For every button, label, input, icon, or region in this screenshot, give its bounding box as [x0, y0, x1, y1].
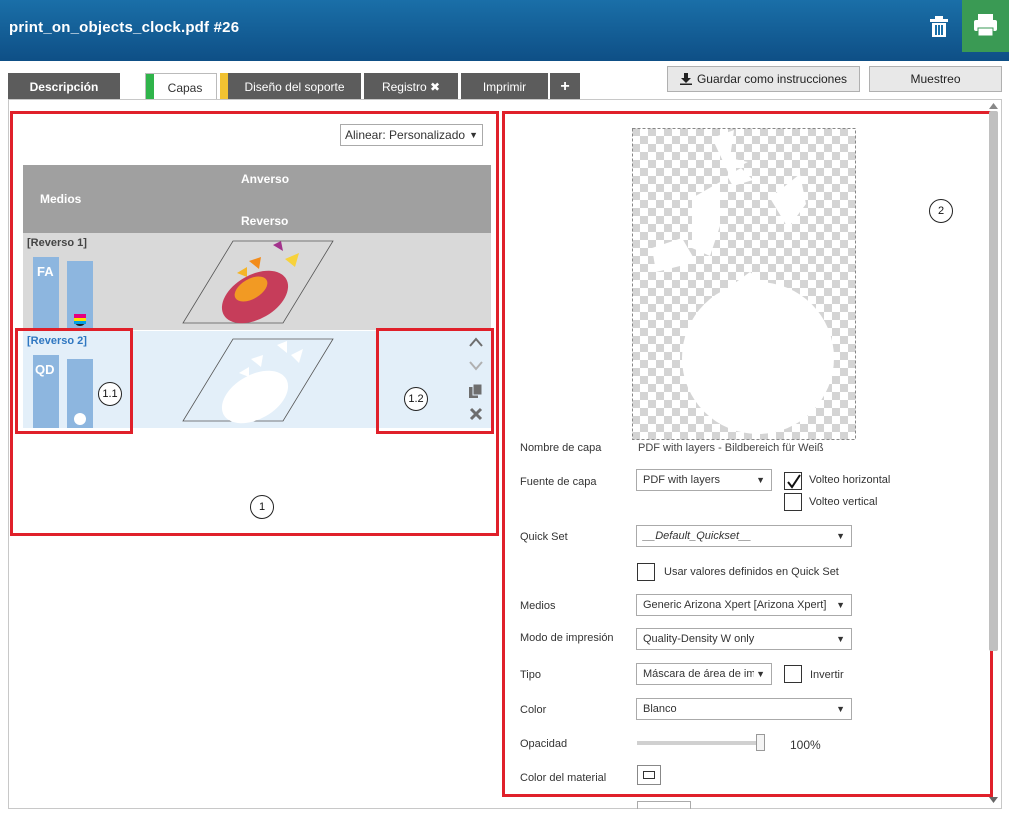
checkmark-icon: [787, 474, 801, 489]
annotation-box-1-1: [15, 328, 133, 434]
tab-label: Diseño del soporte: [244, 80, 345, 94]
chevron-down-icon: ▼: [756, 475, 765, 485]
opacity-slider-track[interactable]: [637, 741, 765, 745]
material-color-label: Color del material: [520, 772, 607, 784]
scroll-down-icon[interactable]: [989, 797, 998, 803]
flip-vertical-label: Volteo vertical: [809, 496, 878, 508]
callout-1-1: 1.1: [98, 382, 122, 406]
window-title: print_on_objects_clock.pdf #26: [9, 19, 240, 36]
tab-label: Registro ✖: [381, 80, 441, 94]
color-select[interactable]: Blanco ▼: [636, 698, 852, 720]
select-value: Generic Arizona Xpert [Arizona Xpert]: [643, 599, 827, 611]
button-label: Guardar como instrucciones: [696, 72, 848, 86]
tab-label: Imprimir: [482, 80, 527, 94]
flip-horizontal-label: Volteo horizontal: [809, 474, 891, 486]
opacity-label: Opacidad: [520, 738, 568, 750]
invert-checkbox[interactable]: [784, 665, 802, 683]
type-label: Tipo: [520, 669, 541, 681]
type-select[interactable]: Máscara de área de ima ▼: [636, 663, 772, 685]
callout-text: 1.2: [408, 393, 424, 405]
flip-vertical-checkbox[interactable]: [784, 493, 802, 511]
save-as-instructions-button[interactable]: Guardar como instrucciones: [667, 66, 860, 92]
scroll-up-icon[interactable]: [989, 103, 998, 109]
download-icon: [679, 73, 692, 85]
tab-capas[interactable]: Capas: [145, 73, 217, 102]
printer-icon: [974, 14, 997, 37]
flip-horizontal-checkbox[interactable]: [784, 472, 802, 490]
scrollbar[interactable]: [989, 111, 998, 651]
opacity-value: 100%: [790, 738, 821, 752]
callout-text: 1.1: [102, 388, 118, 400]
chevron-down-icon: ▼: [754, 664, 765, 684]
print-mode-label: Modo de impresión: [520, 632, 614, 644]
callout-text: 1: [258, 501, 266, 513]
quickset-select[interactable]: __Default_Quickset__ ▼: [636, 525, 852, 547]
media-label: Medios: [520, 600, 556, 612]
chevron-down-icon: ▼: [836, 704, 845, 714]
layer-source-select[interactable]: PDF with layers ▼: [636, 469, 772, 491]
tab-imprimir[interactable]: Imprimir: [461, 73, 548, 101]
callout-1: 1: [250, 495, 274, 519]
print-button[interactable]: [962, 0, 1009, 52]
trash-icon: [930, 16, 948, 37]
button-label: Muestreo: [910, 72, 961, 86]
layer-name-label: Nombre de capa: [520, 442, 602, 454]
color-label: Color: [520, 704, 547, 716]
layer-name-value: PDF with layers - Bildbereich für Weiß: [638, 442, 824, 454]
opacity-slider-fill: [637, 741, 756, 745]
material-color-swatch[interactable]: [637, 765, 661, 785]
chevron-down-icon: ▼: [836, 634, 845, 644]
use-quickset-label: Usar valores definidos en Quick Set: [664, 566, 839, 578]
chevron-down-icon: ▼: [836, 531, 845, 541]
select-value: __Default_Quickset__: [643, 530, 752, 542]
add-tab-button[interactable]: +: [550, 73, 580, 101]
tab-status-stripe: [220, 73, 228, 101]
quickset-label: Quick Set: [520, 531, 568, 543]
select-value: Quality-Density W only: [643, 633, 755, 645]
media-select[interactable]: Generic Arizona Xpert [Arizona Xpert] ▼: [636, 594, 852, 616]
invert-label: Invertir: [810, 669, 844, 681]
opacity-slider-handle[interactable]: [756, 734, 765, 751]
tab-status-stripe: [146, 74, 154, 102]
select-value: PDF with layers: [643, 474, 721, 486]
title-bar: print_on_objects_clock.pdf #26: [0, 0, 1009, 61]
tab-label: Capas: [167, 81, 203, 95]
callout-text: 2: [937, 205, 945, 217]
use-quickset-checkbox[interactable]: [637, 563, 655, 581]
chevron-down-icon: ▼: [836, 600, 845, 610]
print-mode-select[interactable]: Quality-Density W only ▼: [636, 628, 852, 650]
tab-descripcion[interactable]: Descripción: [8, 73, 120, 101]
sampling-button[interactable]: Muestreo: [869, 66, 1002, 92]
plus-icon: +: [560, 78, 570, 95]
tab-diseno-soporte[interactable]: Diseño del soporte: [220, 73, 361, 101]
tab-label: Descripción: [29, 80, 99, 94]
layer-preview-large: [632, 128, 856, 440]
swatch-inner: [643, 771, 655, 779]
callout-2: 2: [929, 199, 953, 223]
partial-field: [637, 801, 691, 809]
annotation-box-1-2: [376, 328, 494, 434]
callout-1-2: 1.2: [404, 387, 428, 411]
select-value: Máscara de área de ima: [643, 668, 762, 680]
annotation-box-1: [10, 111, 499, 536]
select-value: Blanco: [643, 703, 677, 715]
layer-source-label: Fuente de capa: [520, 476, 597, 488]
tab-registro[interactable]: Registro ✖: [364, 73, 458, 101]
delete-button[interactable]: [920, 8, 958, 46]
